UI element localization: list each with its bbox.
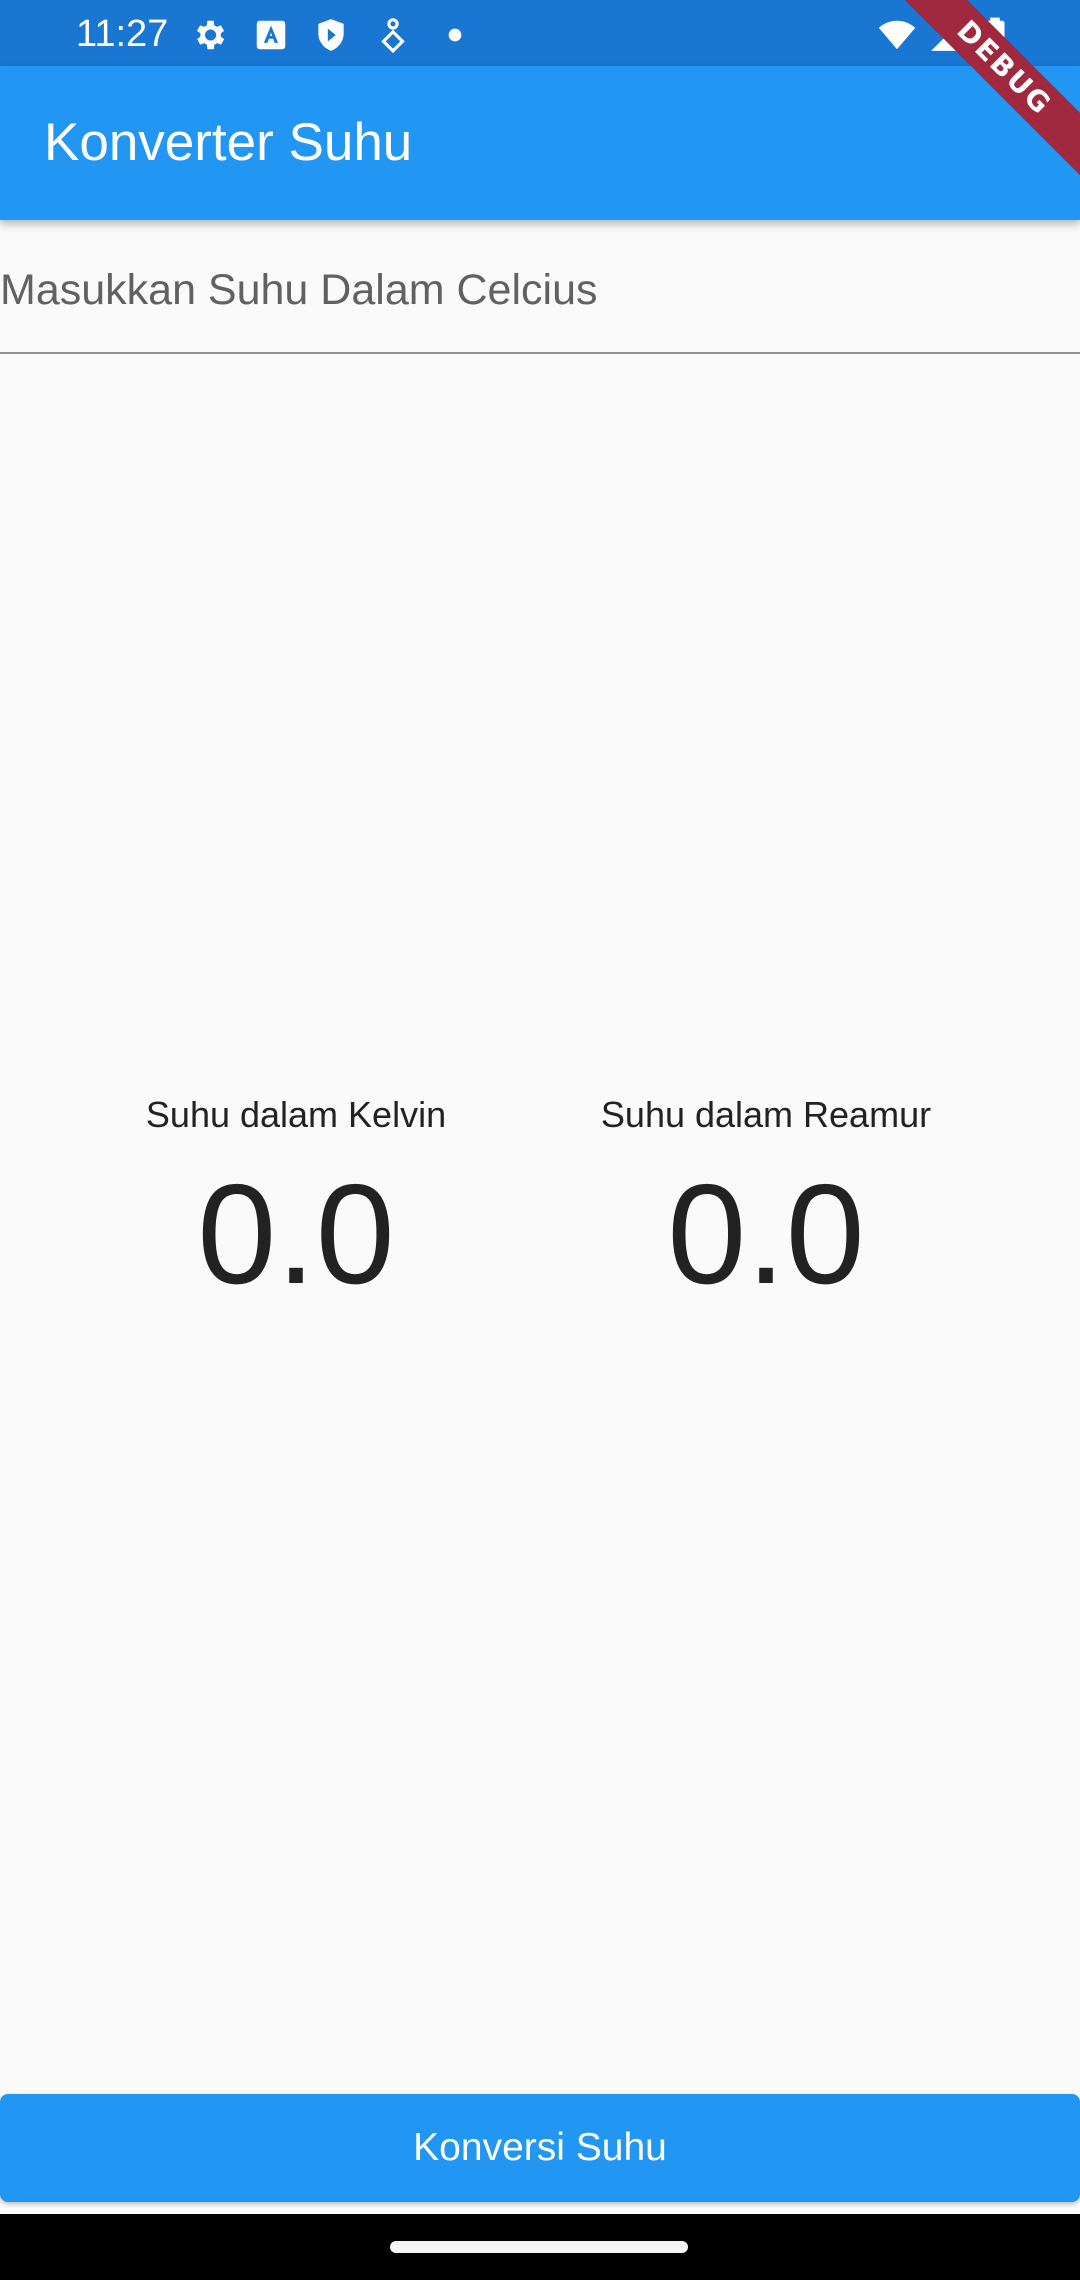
shield-icon: [318, 19, 344, 51]
signal-icon: [931, 19, 963, 51]
kelvin-label: Suhu dalam Kelvin: [145, 1094, 447, 1135]
convert-button[interactable]: Konversi Suhu: [0, 2094, 1080, 2202]
celsius-input-container: [0, 220, 1080, 354]
status-bar: 11:27: [0, 0, 1080, 66]
wifi-icon: [878, 20, 916, 50]
page-title: Konverter Suhu: [44, 113, 413, 172]
dot-icon: [448, 28, 462, 42]
celsius-input[interactable]: [0, 250, 1060, 330]
battery-icon: [985, 17, 1005, 53]
results-row: Suhu dalam Kelvin 0.0 Suhu dalam Reamur …: [0, 1080, 1080, 1340]
status-time: 11:27: [76, 13, 169, 55]
diamond-pin-icon: [381, 18, 405, 54]
reamur-label: Suhu dalam Reamur: [600, 1094, 932, 1135]
reamur-value: 0.0: [667, 1155, 865, 1314]
reamur-result: Suhu dalam Reamur 0.0: [546, 1080, 986, 1320]
home-gesture-handle[interactable]: [390, 2241, 688, 2253]
kelvin-result: Suhu dalam Kelvin 0.0: [76, 1080, 516, 1320]
kelvin-value: 0.0: [197, 1155, 395, 1314]
navigation-bar: [0, 2214, 1080, 2280]
settings-icon: [196, 20, 225, 50]
text-a-icon: [256, 20, 286, 50]
app-bar: Konverter Suhu: [0, 66, 1080, 220]
